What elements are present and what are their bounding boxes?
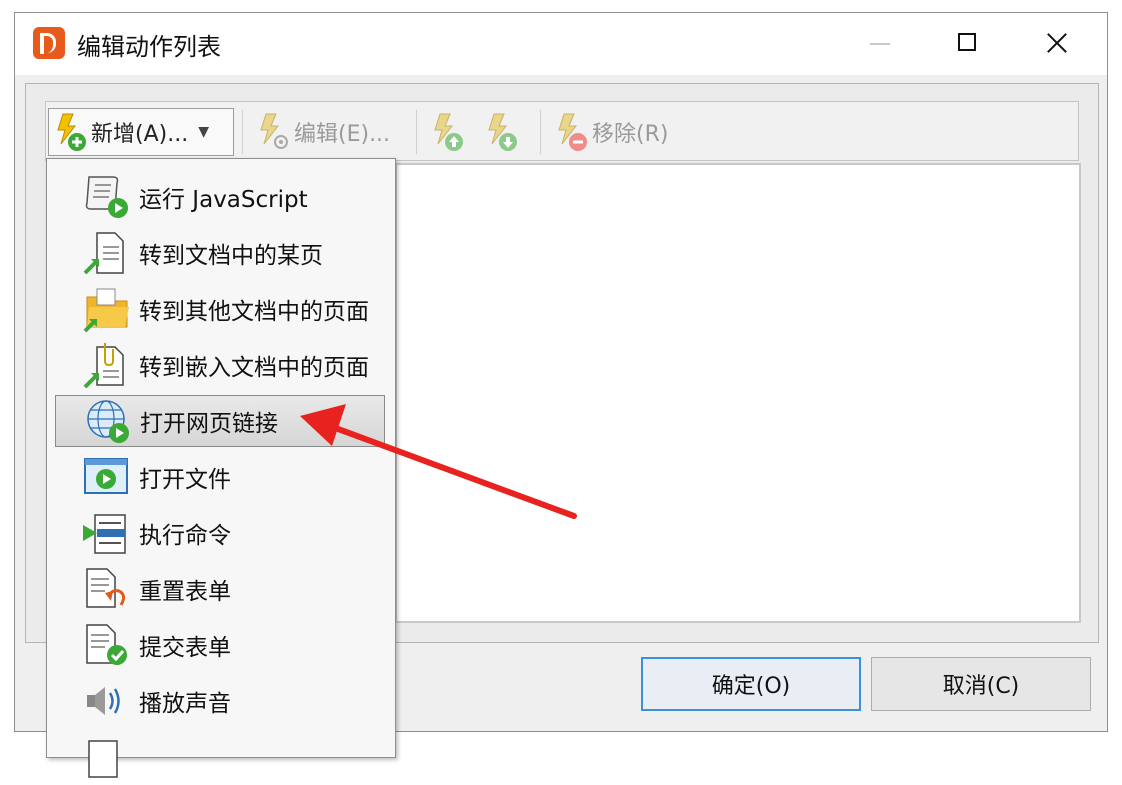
menu-item-label: 转到嵌入文档中的页面: [139, 355, 369, 381]
form-icon: [81, 733, 133, 781]
menu-item-label: 播放声音: [139, 691, 231, 717]
menu-item-open-web-link[interactable]: 打开网页链接: [55, 395, 385, 447]
window-title: 编辑动作列表: [77, 33, 221, 61]
cancel-button[interactable]: 取消(C): [871, 657, 1091, 711]
menu-item-open-file[interactable]: 打开文件: [55, 451, 385, 503]
menu-item-submit-form[interactable]: 提交表单: [55, 619, 385, 671]
menu-item-goto-page[interactable]: 转到文档中的某页: [55, 227, 385, 279]
toolbar-divider: [416, 110, 417, 154]
move-up-button[interactable]: [426, 108, 464, 156]
menu-item-label: 转到文档中的某页: [139, 243, 323, 269]
title-bar: 编辑动作列表: [15, 13, 1107, 75]
remove-action-label: 移除(R): [592, 122, 669, 147]
action-list[interactable]: [395, 163, 1081, 623]
menu-item-label: 打开文件: [139, 467, 231, 493]
menu-item-label: 转到其他文档中的页面: [139, 299, 369, 325]
goto-page-icon: [81, 229, 133, 277]
menu-item-goto-embedded-doc[interactable]: 转到嵌入文档中的页面: [55, 339, 385, 391]
edit-action-label: 编辑(E)...: [294, 122, 391, 147]
menu-item-reset-form[interactable]: 重置表单: [55, 563, 385, 615]
script-run-icon: [81, 173, 133, 221]
menu-item-label: 执行命令: [139, 523, 231, 549]
move-down-icon: [480, 112, 518, 152]
menu-item-label: 运行 JavaScript: [139, 187, 308, 213]
action-toolbar: 新增(A)... ▼ 编辑(E)... 移除(R): [45, 101, 1079, 161]
remove-action-button[interactable]: 移除(R): [550, 108, 668, 156]
goto-other-doc-icon: [81, 285, 133, 333]
menu-item-execute-command[interactable]: 执行命令: [55, 507, 385, 559]
menu-item-label: 提交表单: [139, 635, 231, 661]
new-action-menu: 运行 JavaScript 转到文档中的某页 转到其他文档中的页面 转到嵌入文档…: [46, 158, 396, 778]
app-logo-icon: [33, 27, 65, 59]
goto-embedded-doc-icon: [81, 341, 133, 389]
menu-item-run-javascript[interactable]: 运行 JavaScript: [55, 171, 385, 223]
open-file-icon: [81, 453, 133, 501]
play-sound-icon: [81, 677, 133, 725]
maximize-button[interactable]: [945, 23, 991, 63]
chevron-down-icon: ▼: [198, 124, 209, 140]
web-link-icon: [82, 397, 134, 445]
menu-item-partial[interactable]: [55, 731, 385, 783]
add-action-icon: [49, 112, 87, 152]
new-action-label: 新增(A)...: [91, 122, 189, 147]
submit-form-icon: [81, 621, 133, 669]
edit-action-icon: [252, 112, 290, 152]
new-action-button[interactable]: 新增(A)... ▼: [48, 108, 234, 156]
menu-item-play-sound[interactable]: 播放声音: [55, 675, 385, 727]
execute-command-icon: [81, 509, 133, 557]
edit-action-button[interactable]: 编辑(E)...: [252, 108, 390, 156]
move-up-icon: [426, 112, 464, 152]
remove-action-icon: [550, 112, 588, 152]
toolbar-divider: [540, 110, 541, 154]
minimize-button[interactable]: [857, 23, 903, 63]
toolbar-divider: [242, 110, 243, 154]
close-button[interactable]: [1033, 23, 1079, 63]
menu-item-goto-other-doc[interactable]: 转到其他文档中的页面: [55, 283, 385, 335]
move-down-button[interactable]: [480, 108, 518, 156]
ok-button[interactable]: 确定(O): [641, 657, 861, 711]
menu-item-label: 打开网页链接: [140, 411, 278, 437]
menu-item-label: 重置表单: [139, 579, 231, 605]
reset-form-icon: [81, 565, 133, 613]
